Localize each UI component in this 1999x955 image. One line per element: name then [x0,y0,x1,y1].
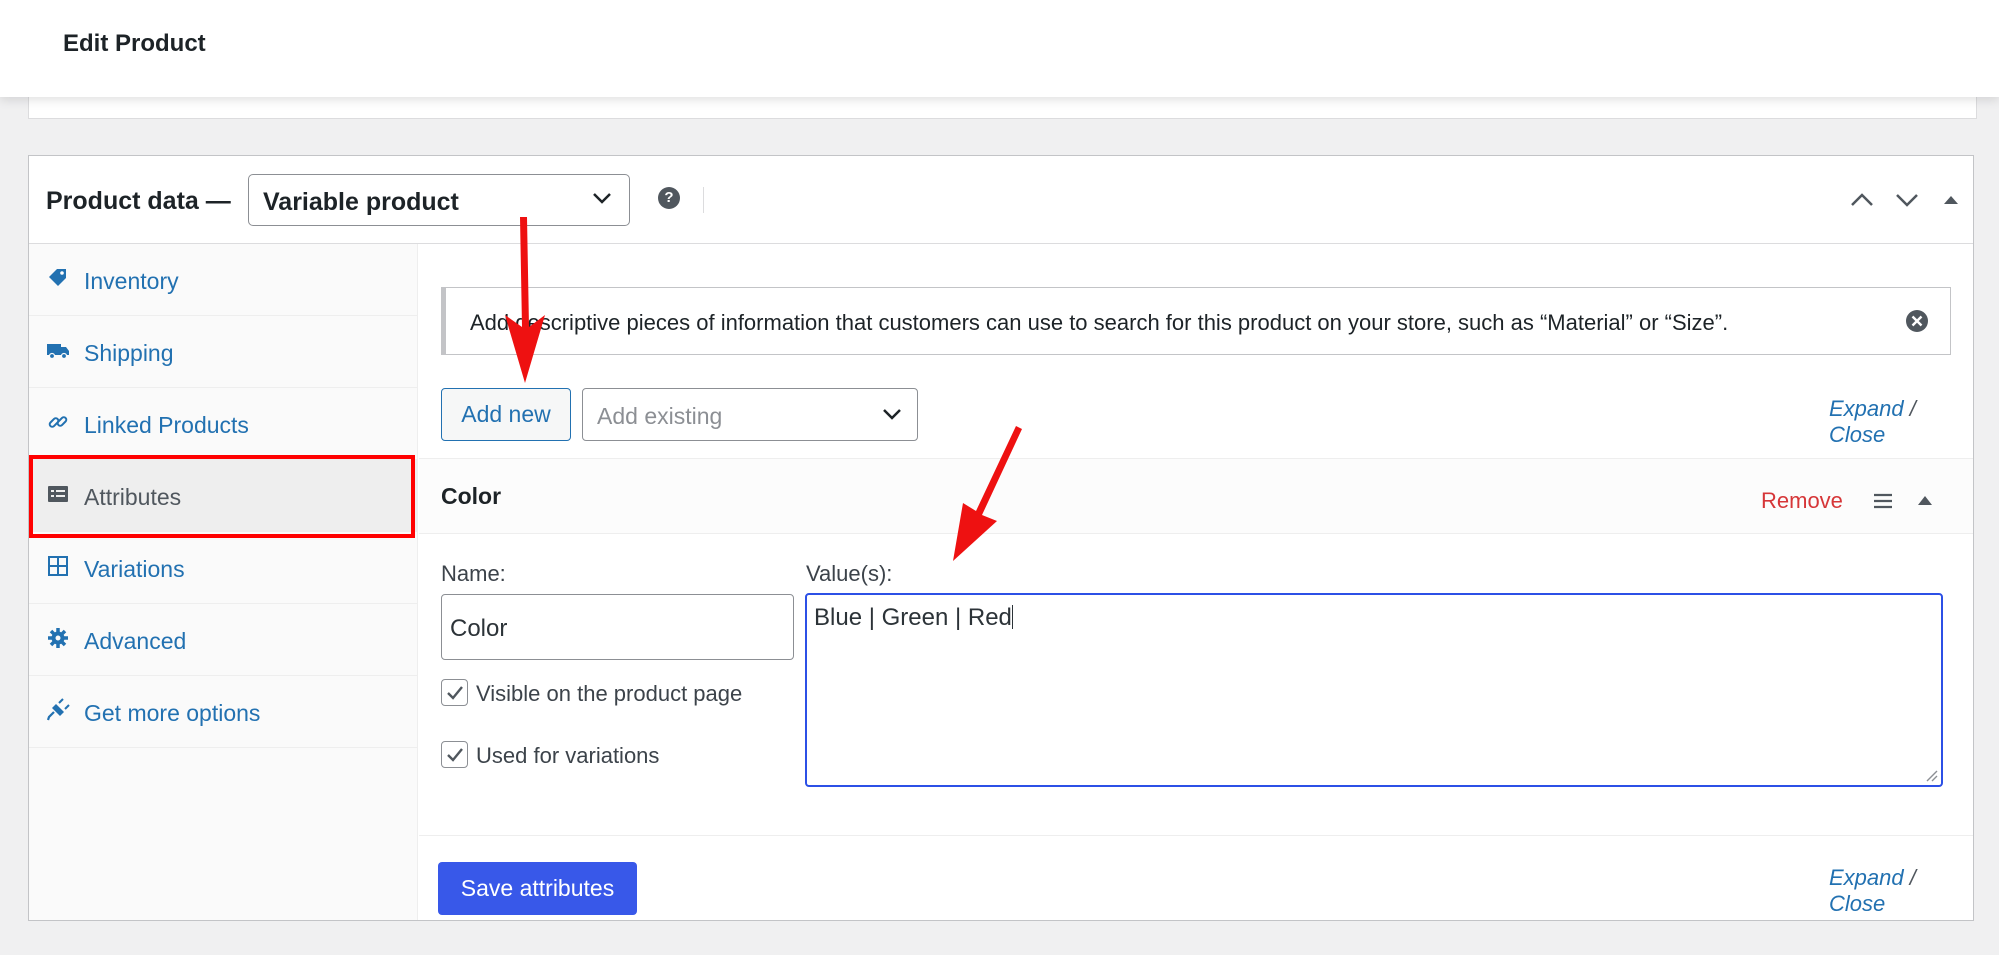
chevron-down-icon [593,193,611,204]
values-label: Value(s): [806,561,893,586]
product-data-tabs: Inventory Shipping Linked Products Attri… [29,244,418,920]
page-title: Edit Product [63,30,206,57]
tab-attributes[interactable]: Attributes [29,460,418,532]
collapse-attribute-icon[interactable] [1915,491,1935,509]
product-type-select[interactable]: Variable product [248,174,630,226]
divider [703,187,704,213]
values-text: Blue | Green | Red [814,604,1012,631]
truck-icon [47,344,69,360]
visible-checkbox[interactable] [441,679,468,706]
collapse-panel-icon[interactable] [1937,186,1965,214]
tab-label: Advanced [84,628,187,654]
chevron-down-icon [883,409,901,420]
tab-shipping[interactable]: Shipping [29,316,418,388]
panel-title: Product data — [46,187,231,215]
separator: / [1909,396,1916,421]
top-bar: Edit Product [0,0,1999,97]
gear-icon [48,628,68,648]
grid-icon [48,556,68,576]
checkmark-icon [447,748,463,762]
checkmark-icon [447,686,463,700]
expand-close-bottom: Expand / Close [1829,865,1973,917]
info-notice: Add descriptive pieces of information th… [441,287,1951,355]
tab-label: Shipping [84,340,174,366]
attributes-panel: Add descriptive pieces of information th… [419,244,1973,920]
notice-text: Add descriptive pieces of information th… [470,310,1729,335]
tab-label: Get more options [84,700,261,726]
product-type-value: Variable product [263,188,459,216]
remove-link[interactable]: Remove [1761,488,1843,514]
tab-linked-products[interactable]: Linked Products [29,388,418,460]
help-icon[interactable]: ? [658,187,680,209]
text-caret [1011,605,1013,629]
tab-label: Inventory [84,268,179,294]
product-data-panel: Product data — Variable product ? Invent… [28,155,1974,921]
link-icon [48,416,68,428]
close-icon[interactable] [1904,308,1930,334]
add-existing-placeholder: Add existing [597,403,723,429]
attribute-header[interactable]: Color Remove [419,458,1973,534]
save-attributes-button[interactable]: Save attributes [438,862,637,915]
tab-get-more-options[interactable]: Get more options [29,676,418,748]
panel-header: Product data — Variable product ? [29,156,1973,244]
tab-variations[interactable]: Variations [29,532,418,604]
add-existing-select[interactable]: Add existing [582,388,918,441]
name-label: Name: [441,561,506,586]
attribute-title: Color [441,483,502,509]
add-new-button[interactable]: Add new [441,388,571,441]
variations-checkbox[interactable] [441,741,468,768]
variations-label: Used for variations [476,743,660,768]
close-link[interactable]: Close [1829,422,1885,447]
close-link[interactable]: Close [1829,891,1885,916]
move-up-icon[interactable] [1848,186,1876,214]
resize-grip-icon[interactable] [1924,768,1938,782]
attribute-values-textarea[interactable]: Blue | Green | Red [805,593,1943,787]
separator: / [1909,865,1916,890]
expand-link[interactable]: Expand [1829,396,1904,421]
tab-advanced[interactable]: Advanced [29,604,418,676]
attribute-name-input[interactable]: Color [441,594,794,660]
tag-icon [49,269,66,286]
tab-label: Attributes [84,484,182,510]
visible-label: Visible on the product page [476,681,743,706]
tab-inventory[interactable]: Inventory [29,244,418,316]
tab-label: Linked Products [84,412,249,438]
divider [419,835,1973,836]
list-icon [48,486,68,502]
tab-label: Variations [84,556,185,582]
plug-icon [46,698,70,721]
drag-handle-icon[interactable] [1871,491,1895,511]
expand-link[interactable]: Expand [1829,865,1904,890]
move-down-icon[interactable] [1893,186,1921,214]
expand-close-top: Expand / Close [1829,396,1973,448]
